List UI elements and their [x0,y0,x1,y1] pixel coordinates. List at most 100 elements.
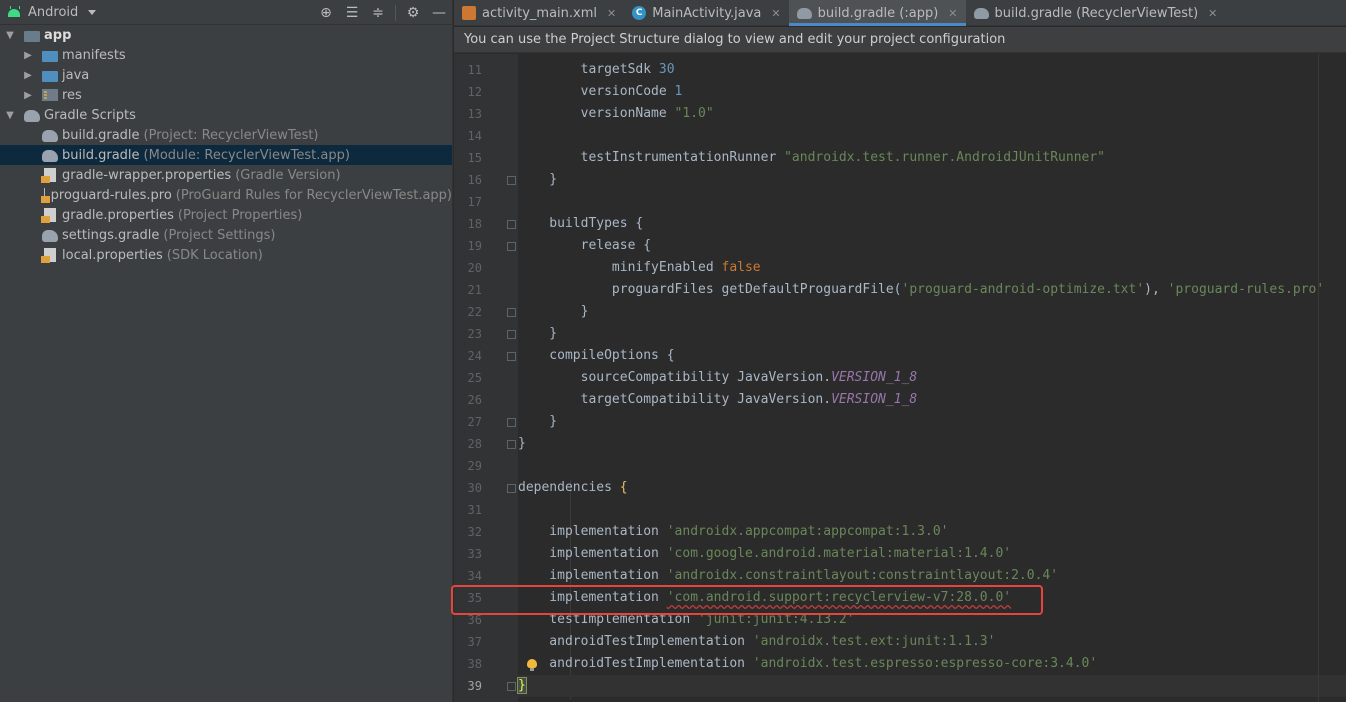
tree-item-detail: (ProGuard Rules for RecyclerViewTest.app… [175,187,452,203]
expand-all-icon[interactable]: ☰ [343,4,361,22]
tree-item-java[interactable]: ▶ java [0,65,452,85]
fold-marker-icon[interactable] [507,220,516,229]
locate-icon[interactable]: ⊕ [317,4,335,22]
fold-marker-icon[interactable] [507,484,516,493]
line-number: 12 [467,85,482,99]
code-line-18: buildTypes { [518,216,644,231]
line-number: 13 [467,107,482,121]
close-icon[interactable]: ✕ [1208,7,1217,20]
code-line-30: dependencies { [518,480,628,495]
tree-item-label: res [62,87,82,103]
line-number: 25 [467,371,482,385]
tree-item-detail: (Gradle Version) [235,167,341,183]
tree-item-label: proguard-rules.pro [50,187,172,203]
line-number: 11 [467,63,482,77]
tree-item-manifests[interactable]: ▶ manifests [0,45,452,65]
tree-item-settings-gradle[interactable]: settings.gradle (Project Settings) [0,225,452,245]
line-number: 39 [467,679,482,693]
code-line-11: targetSdk 30 [518,62,675,77]
line-number: 15 [467,151,482,165]
code-line-22: } [518,304,589,319]
tree-item-app[interactable]: ▼ app [0,25,452,45]
line-number: 27 [467,415,482,429]
java-class-icon: C [632,6,647,20]
chevron-down-icon[interactable]: ▼ [4,30,16,41]
code-line-26: targetCompatibility JavaVersion.VERSION_… [518,392,918,407]
tree-item-gradle-wrapper-properties[interactable]: gradle-wrapper.properties (Gradle Versio… [0,165,452,185]
chevron-down-icon [88,9,97,15]
fold-marker-icon[interactable] [507,440,516,449]
tree-item-label: Gradle Scripts [44,107,136,123]
text-file-icon [42,188,48,203]
line-number: 26 [467,393,482,407]
tree-item-label: app [44,27,72,43]
collapse-all-icon[interactable]: ≑ [369,4,387,22]
line-number: 21 [467,283,482,297]
chevron-right-icon[interactable]: ▶ [22,70,34,81]
line-number: 32 [467,525,482,539]
tree-item-detail: (Project Settings) [163,227,276,243]
fold-marker-icon[interactable] [507,330,516,339]
properties-file-icon [41,208,56,223]
tree-item-gradle-scripts[interactable]: ▼ Gradle Scripts [0,105,452,125]
tree-item-build-gradle-project[interactable]: build.gradle (Project: RecyclerViewTest) [0,125,452,145]
line-number: 14 [467,129,482,143]
tree-item-detail: (Project: RecyclerViewTest) [143,127,319,143]
code-line-13: versionName "1.0" [518,106,714,121]
fold-marker-icon[interactable] [507,308,516,317]
code-line-34: implementation 'androidx.constraintlayou… [518,568,1059,583]
code-line-38: androidTestImplementation 'androidx.test… [518,656,1098,671]
chevron-right-icon[interactable]: ▶ [22,90,34,101]
line-number: 31 [467,503,482,517]
fold-marker-icon[interactable] [507,242,516,251]
line-number: 16 [467,173,482,187]
tree-item-label: build.gradle [62,127,140,143]
line-number: 23 [467,327,482,341]
code-line-20: minifyEnabled false [518,260,761,275]
tree-item-label: build.gradle [62,147,140,163]
code-line-16: } [518,172,558,187]
tree-item-label: local.properties [62,247,163,263]
line-number: 33 [467,547,482,561]
tab-main-activity-java[interactable]: C MainActivity.java ✕ [624,0,788,26]
gradle-icon [973,7,989,19]
gradle-icon [796,7,812,19]
tab-label: MainActivity.java [652,5,762,21]
line-number: 28 [467,437,482,451]
close-icon[interactable]: ✕ [607,7,616,20]
banner-text: You can use the Project Structure dialog… [464,32,1006,47]
tree-item-local-properties[interactable]: local.properties (SDK Location) [0,245,452,265]
code-line-27: } [518,414,558,429]
settings-icon[interactable]: ⚙ [404,4,422,22]
close-icon[interactable]: ✕ [948,7,957,20]
view-selector-label: Android [28,4,79,20]
hide-icon[interactable]: — [430,4,448,22]
fold-marker-icon[interactable] [507,176,516,185]
view-selector-dropdown[interactable]: Android [6,4,97,20]
tab-build-gradle-app[interactable]: build.gradle (:app) ✕ [788,0,966,26]
line-number: 30 [467,481,482,495]
xml-file-icon [462,6,476,20]
project-structure-banner: You can use the Project Structure dialog… [454,27,1346,53]
fold-marker-icon[interactable] [507,682,516,691]
code-line-23: } [518,326,558,341]
code-line-21: proguardFiles getDefaultProguardFile('pr… [518,282,1325,297]
chevron-down-icon[interactable]: ▼ [4,110,16,121]
tree-item-detail: (Module: RecyclerViewTest.app) [143,147,350,163]
tree-item-proguard-rules[interactable]: proguard-rules.pro (ProGuard Rules for R… [0,185,452,205]
right-margin-guide [1318,54,1319,702]
tree-item-gradle-properties[interactable]: gradle.properties (Project Properties) [0,205,452,225]
tree-item-label: manifests [62,47,126,63]
tree-item-res[interactable]: ▶ res [0,85,452,105]
tab-build-gradle-project[interactable]: build.gradle (RecyclerViewTest) ✕ [966,0,1226,26]
tree-item-label: gradle-wrapper.properties [62,167,232,183]
tab-activity-main-xml[interactable]: activity_main.xml ✕ [454,0,624,26]
chevron-right-icon[interactable]: ▶ [22,50,34,61]
module-folder-icon [24,30,40,42]
tree-item-build-gradle-module[interactable]: build.gradle (Module: RecyclerViewTest.a… [0,145,452,165]
fold-marker-icon[interactable] [507,418,516,427]
close-icon[interactable]: ✕ [771,7,780,20]
lightbulb-icon[interactable] [527,659,537,671]
fold-marker-icon[interactable] [507,352,516,361]
tree-item-label: gradle.properties [62,207,174,223]
